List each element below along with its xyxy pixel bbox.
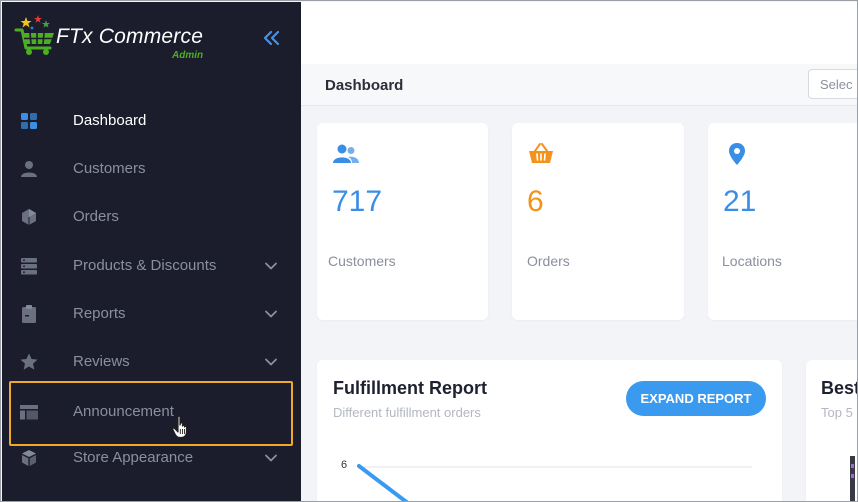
double-chevron-left-icon (263, 30, 280, 46)
best-sellers-card: Best Top 5 (806, 360, 858, 501)
fulfillment-subtitle: Different fulfillment orders (333, 405, 481, 420)
stat-card-orders: 6 Orders (512, 123, 684, 320)
page-header: Dashboard Selec (301, 64, 857, 106)
top-bar (301, 2, 857, 64)
stat-value: 21 (723, 185, 757, 218)
person-icon (21, 161, 37, 177)
stat-value: 717 (332, 185, 383, 218)
fulfillment-title: Fulfillment Report (333, 378, 487, 398)
logo-subtext: Admin (172, 50, 204, 61)
clipboard-icon (22, 305, 36, 323)
select-placeholder: Selec (820, 77, 853, 92)
cart-logo-icon (14, 15, 54, 55)
chevron-down-icon (265, 454, 277, 462)
app-window: FTx Commerce Admin Dashboard Customers O… (0, 0, 858, 502)
stat-label: Locations (722, 253, 782, 269)
sidebar-item-label: Orders (73, 208, 119, 225)
hand-pointer-icon (172, 415, 188, 439)
product-thumbnail (850, 456, 855, 501)
best-subtitle: Top 5 (821, 405, 853, 420)
sidebar-item-customers[interactable]: Customers (2, 147, 301, 191)
logo-text: FTx Commerce (56, 25, 204, 48)
stat-card-customers: 717 Customers (317, 123, 488, 320)
chart-series-line (357, 464, 409, 501)
sidebar-item-orders[interactable]: Orders (2, 195, 301, 239)
users-icon (333, 144, 359, 163)
stat-label: Customers (328, 253, 396, 269)
sidebar-item-reports[interactable]: Reports (2, 292, 301, 336)
logo: FTx Commerce Admin (12, 10, 222, 62)
stat-value: 6 (527, 185, 544, 218)
sidebar-item-reviews[interactable]: Reviews (2, 340, 301, 384)
chart-y-tick: 6 (341, 459, 347, 471)
sidebar-item-label: Customers (73, 160, 146, 177)
box-icon (22, 209, 36, 225)
map-pin-icon (729, 143, 745, 165)
cube-icon (22, 450, 36, 466)
sidebar-item-dashboard[interactable]: Dashboard (2, 99, 301, 143)
sidebar-item-products-discounts[interactable]: Products & Discounts (2, 244, 301, 288)
chevron-down-icon (265, 262, 277, 270)
star-icon (20, 353, 38, 370)
page-title: Dashboard (325, 77, 404, 94)
stat-label: Orders (527, 253, 570, 269)
store-select[interactable]: Selec (808, 69, 857, 99)
best-title: Best (821, 378, 858, 398)
collapse-sidebar-button[interactable] (260, 26, 284, 50)
chevron-down-icon (265, 358, 277, 366)
sidebar-item-label: Products & Discounts (73, 257, 217, 274)
stack-icon (21, 258, 37, 275)
sidebar-item-label: Dashboard (73, 112, 147, 129)
chevron-down-icon (265, 310, 277, 318)
sidebar-item-label: Reports (73, 305, 126, 322)
stat-card-locations: 21 Locations (708, 123, 857, 320)
basket-icon (529, 143, 553, 163)
sidebar-item-label: Reviews (73, 353, 130, 370)
grid-icon (21, 113, 37, 129)
fulfillment-chart: 6 (341, 459, 752, 501)
highlight-box (9, 381, 293, 446)
expand-report-button[interactable]: EXPAND REPORT (626, 381, 766, 416)
fulfillment-report-card: Fulfillment Report Different fulfillment… (317, 360, 782, 501)
sidebar-item-label: Store Appearance (73, 449, 194, 466)
